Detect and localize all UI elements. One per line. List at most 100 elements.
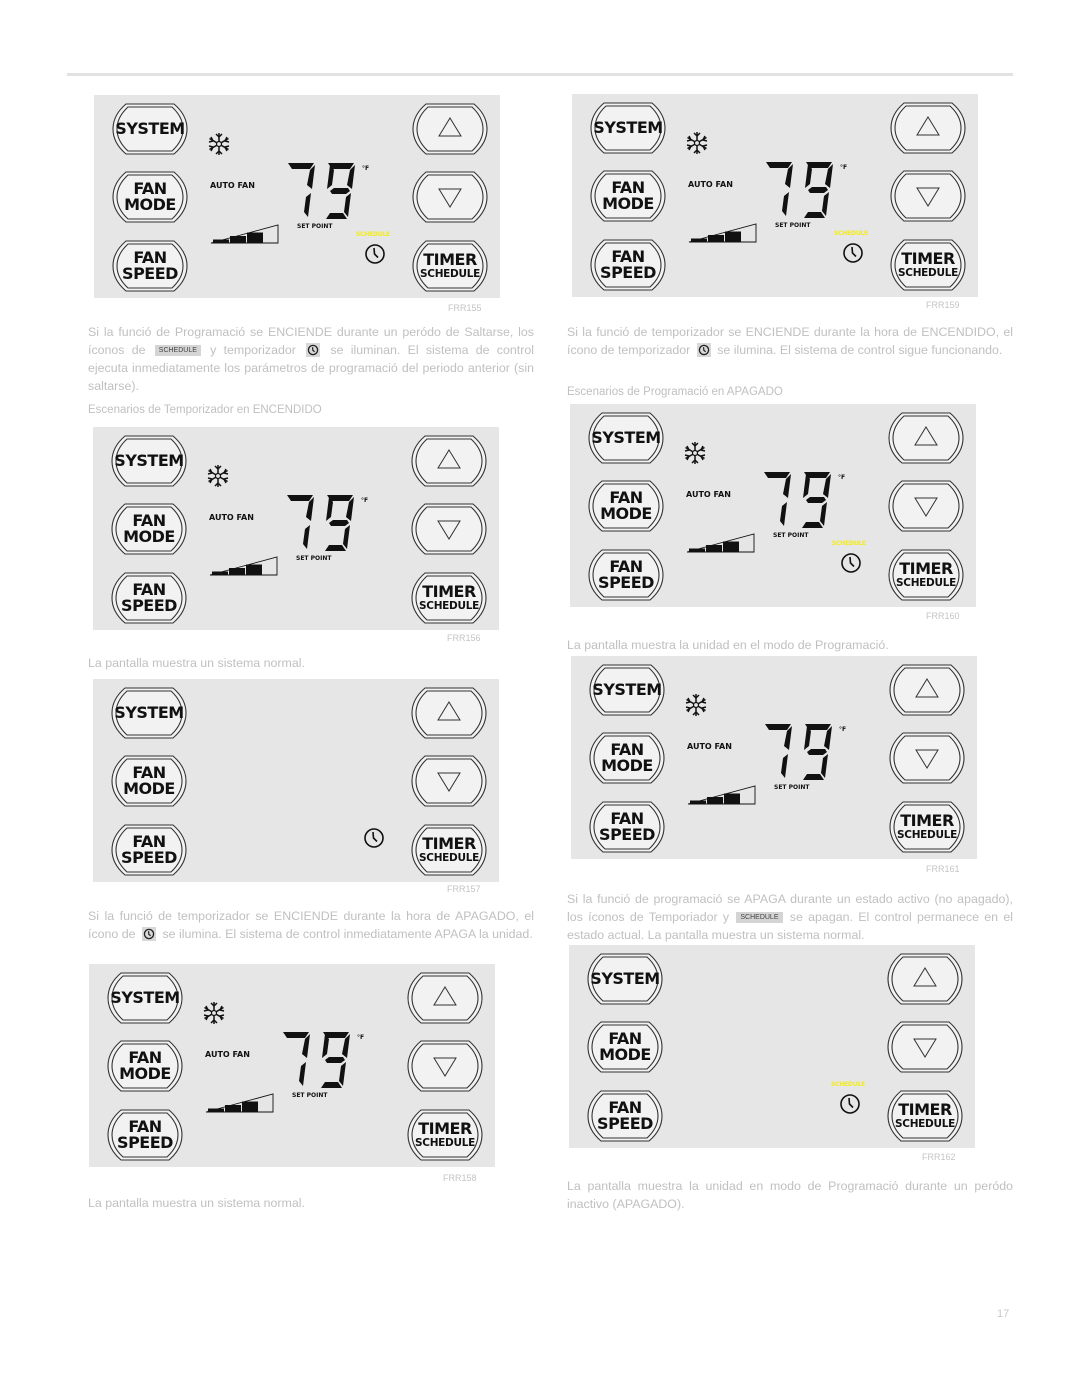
segment-c	[821, 754, 828, 778]
segment-c	[820, 502, 827, 526]
degree-unit: °F	[361, 497, 369, 504]
down-button[interactable]	[407, 1040, 483, 1092]
paragraph-text: se ilumina. El sistema de control sigue …	[717, 343, 1003, 357]
fan-speed-bar	[708, 235, 724, 242]
up-button[interactable]	[412, 103, 488, 155]
system-label: SYSTEM	[591, 428, 661, 447]
fan-mode-button[interactable]: FAN MODE	[111, 755, 187, 807]
schedule-indicator: SCHEDULE	[834, 230, 869, 237]
up-button[interactable]	[888, 412, 964, 464]
temperature-display	[283, 1032, 350, 1088]
system-button[interactable]: SYSTEM	[111, 687, 187, 739]
up-arrow-icon	[433, 986, 457, 1006]
thermostat-panel: SYSTEM FAN MODE FAN SPEED TIMER SCHEDULE AUTO F…	[93, 427, 499, 630]
down-button[interactable]	[887, 1021, 963, 1073]
segment-c	[343, 525, 350, 549]
timer-schedule-button[interactable]: TIMER SCHEDULE	[890, 239, 966, 291]
timer-schedule-button[interactable]: TIMER SCHEDULE	[407, 1109, 483, 1161]
up-button[interactable]	[887, 953, 963, 1005]
figure-label: FRR157	[447, 884, 481, 894]
down-button[interactable]	[412, 171, 488, 223]
set-point-label: SET POINT	[297, 223, 333, 230]
fan-mode-button[interactable]: FAN MODE	[587, 1021, 663, 1073]
down-button[interactable]	[411, 503, 487, 555]
fan-mode-button[interactable]: FAN MODE	[590, 170, 666, 222]
fan-mode-button[interactable]: FAN MODE	[107, 1040, 183, 1092]
fan-mode-button[interactable]: FAN MODE	[589, 732, 665, 784]
fan-speed-button[interactable]: FAN SPEED	[587, 1090, 663, 1142]
schedule-indicator: SCHEDULE	[356, 231, 391, 238]
set-point-label: SET POINT	[774, 784, 810, 791]
down-button[interactable]	[889, 732, 965, 784]
fan-speed-button[interactable]: FAN SPEED	[590, 239, 666, 291]
figure-label: FRR162	[922, 1152, 956, 1162]
degree-unit: °F	[840, 164, 848, 171]
segment-g	[329, 520, 349, 526]
thermostat-panel: SYSTEM FAN MODE FAN SPEED TIMER SCHEDULE	[93, 679, 499, 882]
up-button[interactable]	[411, 687, 487, 739]
system-button[interactable]: SYSTEM	[588, 412, 664, 464]
fan-speed-bar	[689, 548, 705, 552]
degree-unit: °F	[362, 165, 370, 172]
timer-schedule-button[interactable]: TIMER SCHEDULE	[888, 549, 964, 601]
up-arrow-icon	[913, 967, 937, 987]
temperature-display	[766, 162, 833, 218]
segment-d	[325, 545, 346, 551]
figure-label: FRR161	[926, 864, 960, 874]
clock-icon	[364, 828, 384, 848]
schedule-indicator: SCHEDULE	[832, 540, 867, 547]
temperature-display	[765, 724, 832, 780]
timer-schedule-button[interactable]: TIMER SCHEDULE	[412, 240, 488, 292]
system-label: SYSTEM	[114, 703, 184, 722]
system-button[interactable]: SYSTEM	[590, 102, 666, 154]
system-button[interactable]: SYSTEM	[589, 664, 665, 716]
segment-g	[330, 188, 350, 194]
fan-speed-button[interactable]: FAN SPEED	[111, 824, 187, 876]
thermostat-panel: SYSTEM FAN MODE FAN SPEED TIMER SCHEDULE AUTO F…	[94, 95, 500, 298]
up-arrow-icon	[437, 449, 461, 469]
system-button[interactable]: SYSTEM	[112, 103, 188, 155]
fan-speed-button[interactable]: FAN SPEED	[588, 549, 664, 601]
down-button[interactable]	[888, 480, 964, 532]
auto-fan-indicator: AUTO FAN	[209, 513, 254, 522]
down-arrow-icon	[914, 497, 938, 517]
paragraph-text: se ilumina. El sistema de control inmedi…	[162, 927, 533, 941]
fan-speed-button[interactable]: FAN SPEED	[112, 240, 188, 292]
up-button[interactable]	[890, 102, 966, 154]
down-button[interactable]	[890, 170, 966, 222]
set-point-label: SET POINT	[775, 222, 811, 229]
timer-schedule-button[interactable]: TIMER SCHEDULE	[411, 572, 487, 624]
up-button[interactable]	[411, 435, 487, 487]
fan-speed-bar	[706, 545, 722, 552]
system-button[interactable]: SYSTEM	[111, 435, 187, 487]
system-button[interactable]: SYSTEM	[587, 953, 663, 1005]
fan-speed-bar	[707, 797, 723, 804]
fan-mode-button[interactable]: FAN MODE	[112, 171, 188, 223]
fan-mode-button[interactable]: FAN MODE	[588, 480, 664, 532]
fan-speed-bar	[230, 236, 246, 243]
degree-unit: °F	[839, 726, 847, 733]
auto-fan-indicator: AUTO FAN	[210, 181, 255, 190]
segment-c	[822, 192, 829, 216]
thermostat-panel: SYSTEM FAN MODE FAN SPEED TIMER SCHEDULE AUTO F…	[570, 404, 976, 607]
timer-schedule-button[interactable]: TIMER SCHEDULE	[887, 1090, 963, 1142]
fan-speed-button[interactable]: FAN SPEED	[111, 572, 187, 624]
fan-speed-button[interactable]: FAN SPEED	[107, 1109, 183, 1161]
down-button[interactable]	[411, 755, 487, 807]
fan-speed-bar	[690, 800, 706, 804]
segment-d	[804, 212, 825, 218]
up-button[interactable]	[889, 664, 965, 716]
fan-speed-button[interactable]: FAN SPEED	[589, 801, 665, 853]
timer-schedule-button[interactable]: TIMER SCHEDULE	[411, 824, 487, 876]
up-button[interactable]	[407, 972, 483, 1024]
fan-speed-bar	[725, 231, 741, 242]
segment-d	[321, 1082, 342, 1088]
timer-schedule-button[interactable]: TIMER SCHEDULE	[889, 801, 965, 853]
temperature-display	[287, 495, 354, 551]
header-rule	[67, 73, 1013, 76]
system-button[interactable]: SYSTEM	[107, 972, 183, 1024]
fan-mode-button[interactable]: FAN MODE	[111, 503, 187, 555]
segment-g	[325, 1057, 345, 1063]
fan-speed-bars	[209, 556, 278, 576]
right-paragraph-3: La pantalla muestra la unidad en modo de…	[567, 1179, 1013, 1211]
